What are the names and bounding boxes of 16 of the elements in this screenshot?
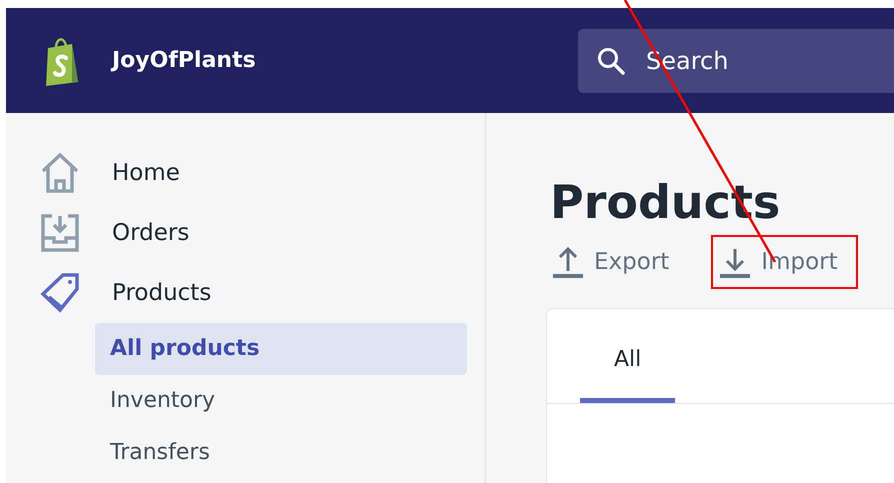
filter-tab[interactable]: All	[580, 309, 676, 403]
action-button[interactable]: Export	[552, 245, 670, 279]
shopping-bag-icon	[44, 36, 80, 86]
subnav-item[interactable]: Transfers	[95, 427, 467, 479]
inbox-icon	[40, 213, 80, 253]
nav-item[interactable]: Home	[40, 143, 467, 203]
nav-item[interactable]: Orders	[40, 203, 467, 263]
upload-icon	[552, 245, 584, 279]
search-icon	[596, 46, 626, 76]
subnav-item[interactable]: All products	[95, 323, 467, 375]
house-icon	[40, 152, 80, 194]
action-button[interactable]: Import	[719, 245, 838, 279]
nav-item[interactable]: Products	[40, 263, 467, 323]
store-name: JoyOfPlants	[112, 48, 256, 73]
subnav-item[interactable]: Inventory	[95, 375, 467, 427]
tag-icon	[40, 272, 80, 314]
